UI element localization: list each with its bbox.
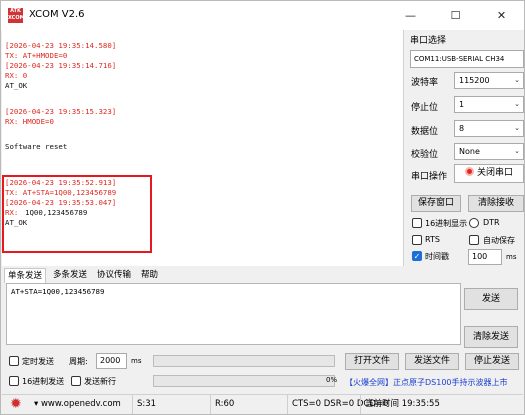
receive-line: AT_OK — [5, 81, 28, 90]
current-time: 当前时间 19:35:55 — [360, 395, 440, 414]
send-progress-bar — [153, 375, 335, 387]
timed-send-label: 定时发送 — [22, 357, 54, 366]
window-title: XCOM V2.6 — [29, 9, 85, 20]
send-newline-checkbox[interactable] — [71, 376, 81, 386]
hex-send-checkbox[interactable] — [9, 376, 19, 386]
receive-line: Software reset — [5, 142, 68, 151]
dtr-radio[interactable] — [469, 218, 479, 228]
send-newline-label: 发送新行 — [84, 377, 116, 386]
close-button[interactable]: ✕ — [479, 1, 524, 30]
xcom-window: ATK XCOM XCOM V2.6 — ☐ ✕ [2026-04-23 19:3… — [0, 0, 525, 415]
status-bar: ✹ ▾ www.openedv.com S:31 R:60 CTS=0 DSR=… — [2, 394, 523, 414]
hex-display-label: 16进制显示 — [425, 219, 468, 228]
open-file-button[interactable]: 打开文件 — [345, 353, 399, 370]
send-tabs: 单条发送 多条发送 协议传输 帮助 — [2, 267, 523, 283]
receive-line: [2026-04-23 19:35:14.580] — [5, 41, 117, 50]
toggle-port-label: 关闭串口 — [476, 168, 513, 178]
stopbits-label: 停止位 — [411, 103, 439, 113]
progress-percent: 0% — [326, 376, 338, 384]
port-section-title: 串口选择 — [410, 36, 447, 46]
auto-save-label: 自动保存 — [483, 236, 515, 245]
baud-label: 波特率 — [411, 78, 439, 88]
stopbits-value: 1 — [459, 100, 465, 109]
hex-display-checkbox[interactable] — [412, 218, 422, 228]
receive-line: [2026-04-23 19:35:15.323] — [5, 107, 117, 116]
clear-send-button[interactable]: 清除发送 — [464, 326, 518, 348]
auto-save-checkbox[interactable] — [469, 235, 479, 245]
timestamp-label: 时间戳 — [425, 252, 449, 261]
receive-line: RX: 0 — [5, 71, 28, 80]
timed-send-checkbox[interactable] — [9, 356, 19, 366]
period-unit: ms — [131, 357, 142, 365]
receive-line: [2026-04-23 19:35:14.716] — [5, 61, 117, 70]
baud-value: 115200 — [459, 76, 490, 85]
period-input[interactable]: 2000 — [96, 353, 127, 369]
port-select[interactable]: COM11:USB-SERIAL CH34 — [410, 50, 524, 68]
chevron-down-icon: ⌄ — [514, 147, 520, 155]
databits-value: 8 — [459, 124, 465, 133]
ad-link[interactable]: 【火爆全网】正点原子DS100手持示波器上市 — [345, 377, 508, 388]
title-bar: ATK XCOM XCOM V2.6 — ☐ ✕ — [1, 1, 524, 30]
save-window-button[interactable]: 保存窗口 — [411, 195, 461, 212]
port-select-value: COM11:USB-SERIAL CH34 — [414, 55, 505, 63]
receive-area[interactable]: [2026-04-23 19:35:14.580] TX: AT+HMODE=0… — [2, 30, 404, 266]
parity-value: None — [459, 147, 480, 156]
settings-panel: 串口选择 COM11:USB-SERIAL CH34 波特率 115200 ⌄ … — [406, 30, 524, 266]
maximize-button[interactable]: ☐ — [433, 1, 478, 30]
dtr-label: DTR — [483, 218, 500, 227]
tab-protocol[interactable]: 协议传输 — [94, 268, 134, 283]
baud-select[interactable]: 115200 ⌄ — [454, 72, 524, 89]
send-input[interactable]: AT+STA=1Q00,123456789 — [6, 283, 461, 345]
timestamp-checkbox[interactable]: ✓ — [412, 251, 422, 261]
receive-line: RX: HMODE=0 — [5, 117, 54, 126]
receive-line: TX: AT+HMODE=0 — [5, 51, 68, 60]
highlight-annotation-box — [2, 175, 152, 253]
chevron-down-icon: ⌄ — [514, 76, 520, 84]
clear-receive-button[interactable]: 清除接收 — [468, 195, 524, 212]
send-slider[interactable] — [153, 355, 335, 367]
port-status-icon — [464, 167, 474, 176]
tab-multi-send[interactable]: 多条发送 — [50, 268, 90, 283]
period-label: 周期: — [69, 357, 88, 366]
sent-count: S:31 — [132, 395, 156, 414]
tab-single-send[interactable]: 单条发送 — [4, 268, 47, 283]
chevron-down-icon: ⌄ — [514, 100, 520, 108]
hex-send-label: 16进制发送 — [22, 377, 65, 386]
rts-label: RTS — [425, 235, 440, 244]
interval-unit: ms — [506, 253, 517, 261]
app-logo-icon: ATK XCOM — [8, 8, 25, 23]
databits-label: 数据位 — [411, 127, 439, 137]
timestamp-interval-input[interactable]: 100 — [468, 249, 502, 265]
stop-send-button[interactable]: 停止发送 — [465, 353, 519, 370]
stopbits-select[interactable]: 1 ⌄ — [454, 96, 524, 113]
gear-icon[interactable]: ✹ — [10, 397, 24, 411]
minimize-button[interactable]: — — [388, 1, 433, 30]
send-button[interactable]: 发送 — [464, 288, 518, 310]
operation-label: 串口操作 — [411, 172, 448, 182]
website-url: www.openedv.com — [40, 399, 121, 409]
chevron-down-icon: ⌄ — [514, 124, 520, 132]
parity-select[interactable]: None ⌄ — [454, 143, 524, 160]
databits-select[interactable]: 8 ⌄ — [454, 120, 524, 137]
send-file-button[interactable]: 发送文件 — [405, 353, 459, 370]
toggle-port-button[interactable]: 关闭串口 — [454, 164, 524, 183]
rts-checkbox[interactable] — [412, 235, 422, 245]
tab-help[interactable]: 帮助 — [138, 268, 161, 283]
website-link[interactable]: ▾ www.openedv.com — [30, 395, 121, 414]
received-count: R:60 — [210, 395, 234, 414]
parity-label: 校验位 — [411, 150, 439, 160]
